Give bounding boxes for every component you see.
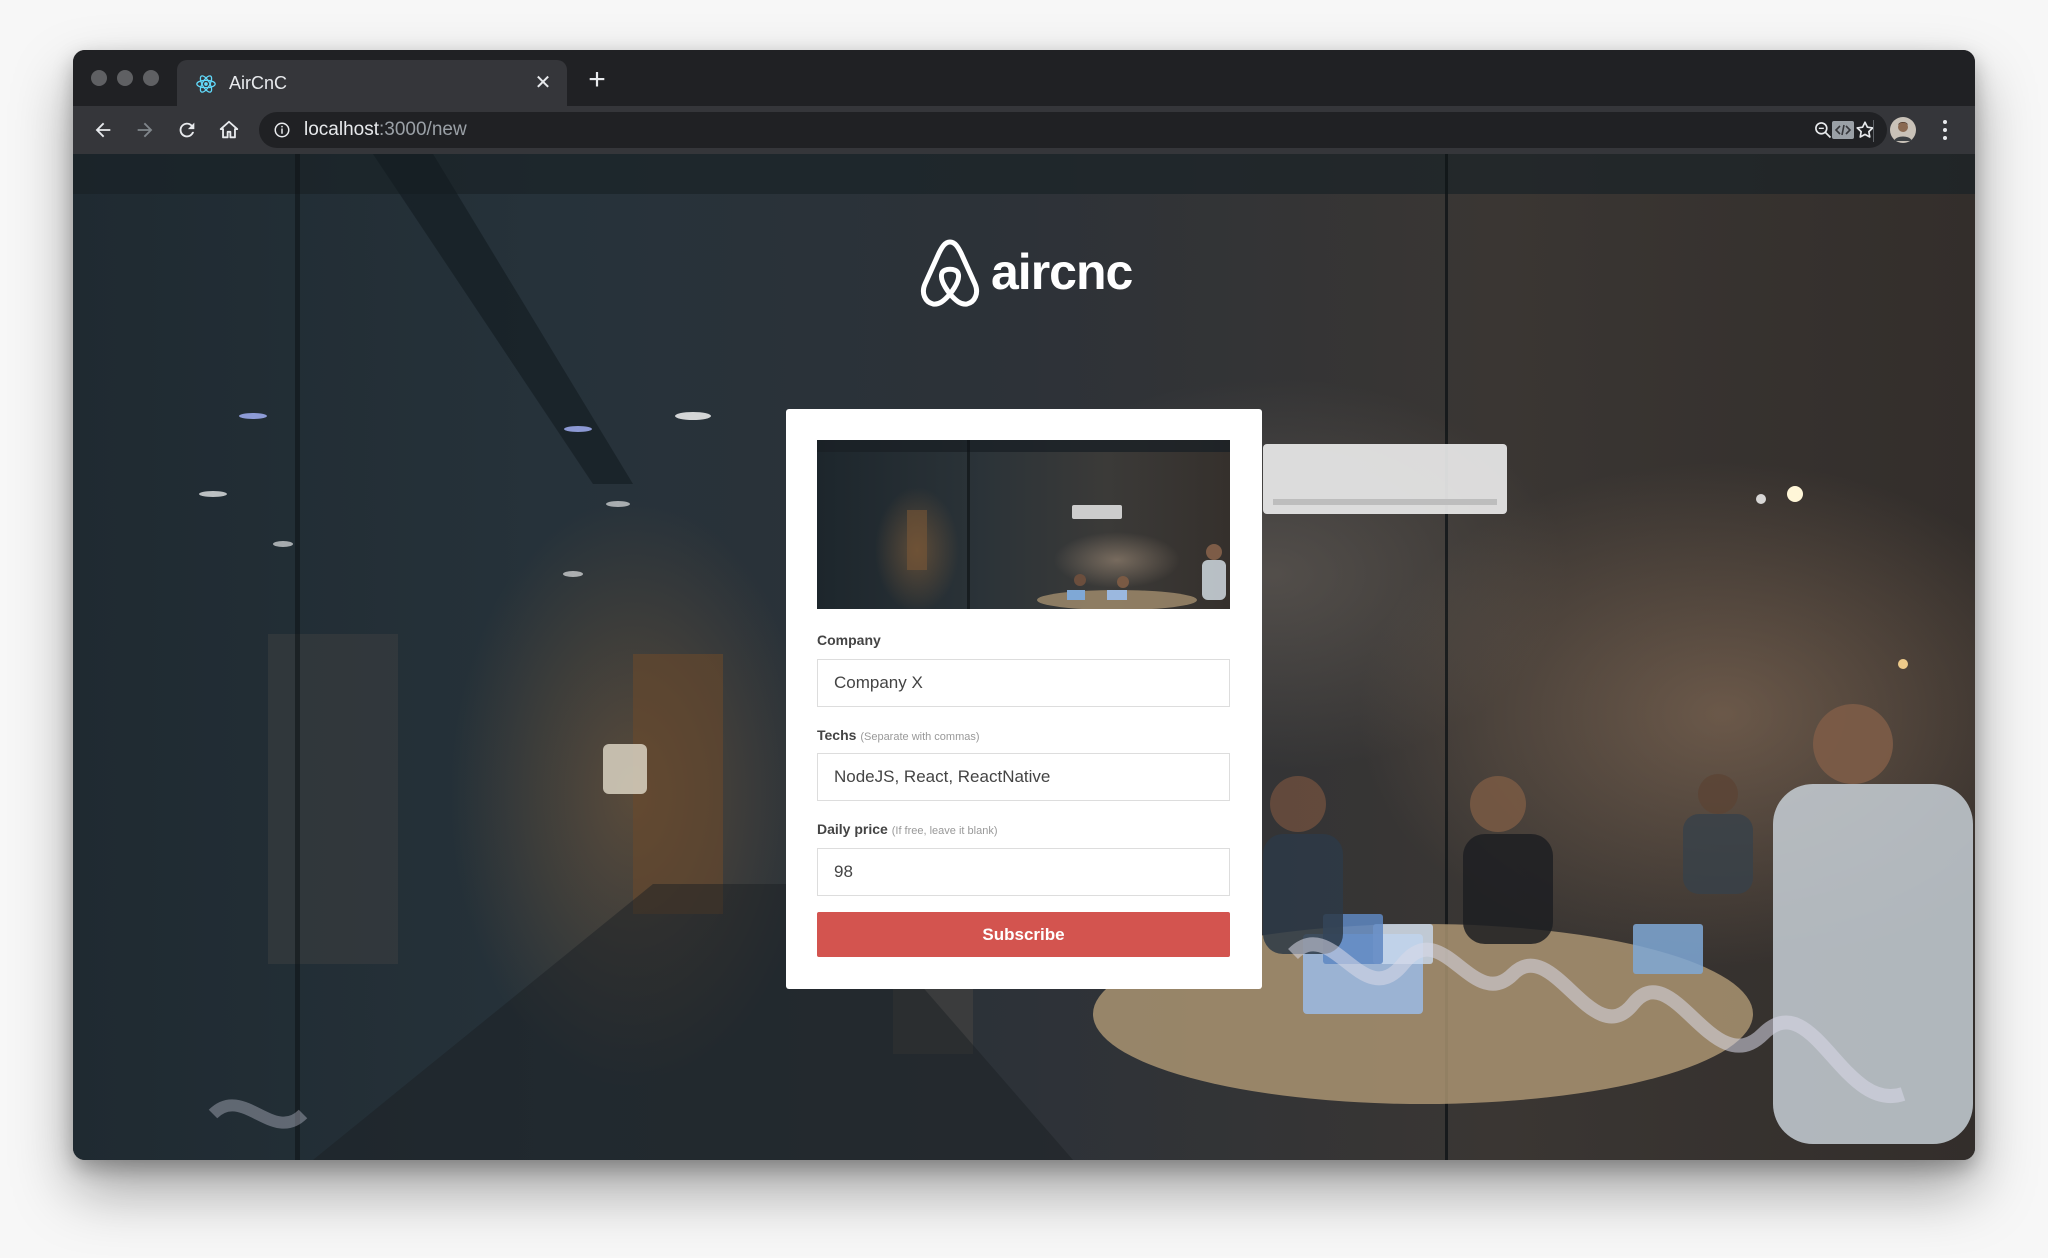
info-icon[interactable] <box>273 121 291 139</box>
techs-label: Techs (Separate with commas) <box>817 726 980 746</box>
thumbnail-image <box>817 440 1230 610</box>
close-window-button[interactable] <box>91 70 107 86</box>
brand-logo: aircnc <box>919 238 1139 312</box>
maximize-window-button[interactable] <box>143 70 159 86</box>
subscribe-button[interactable]: Subscribe <box>817 912 1230 957</box>
home-icon <box>219 120 239 139</box>
browser-toolbar: localhost:3000/new <box>73 106 1975 155</box>
company-label: Company <box>817 632 881 648</box>
more-vertical-icon <box>1943 120 1947 140</box>
techs-label-text: Techs <box>817 727 857 743</box>
price-input[interactable] <box>817 848 1230 896</box>
new-tab-button[interactable]: + <box>581 64 613 96</box>
brand-name: aircnc <box>991 244 1133 300</box>
reload-icon <box>179 122 195 138</box>
techs-input[interactable] <box>817 753 1230 801</box>
profile-button[interactable] <box>1887 114 1919 146</box>
minimize-window-button[interactable] <box>117 70 133 86</box>
toolbar-divider <box>1873 120 1874 142</box>
address-bar[interactable]: localhost:3000/new <box>259 112 1887 148</box>
browser-window: AirCnC ✕ + localhost:3000/new aircnc Com… <box>73 50 1975 1160</box>
forward-button[interactable] <box>129 114 161 146</box>
code-icon <box>1832 121 1854 139</box>
arrow-left-icon <box>95 122 111 138</box>
url-host: localhost <box>304 119 379 140</box>
price-label: Daily price (If free, leave it blank) <box>817 820 998 840</box>
reload-button[interactable] <box>171 114 203 146</box>
page-viewport: aircnc Company Company X Techs (Separate… <box>73 154 1975 1160</box>
price-hint: (If free, leave it blank) <box>891 825 998 837</box>
price-label-text: Daily price <box>817 821 888 837</box>
techs-hint: (Separate with commas) <box>860 731 980 743</box>
new-spot-form: Company Techs (Separate with commas) Dai… <box>786 409 1262 989</box>
browser-menu-button[interactable] <box>1929 114 1961 146</box>
url-path: :3000/new <box>379 119 467 140</box>
screen: AirCnC ✕ + localhost:3000/new aircnc Com… <box>0 0 2048 1258</box>
react-icon <box>196 75 216 93</box>
extension-button[interactable] <box>1827 114 1859 146</box>
airbnb-logo-icon <box>920 239 980 307</box>
url-text: localhost:3000/new <box>304 120 467 140</box>
tab-close-icon[interactable]: ✕ <box>531 71 555 95</box>
browser-tab[interactable]: AirCnC ✕ <box>177 60 567 106</box>
tab-title: AirCnC <box>229 73 288 93</box>
arrow-right-icon <box>137 122 153 138</box>
thumbnail-upload[interactable] <box>817 440 1230 610</box>
avatar <box>1890 117 1916 143</box>
tab-strip: AirCnC ✕ + <box>73 50 1975 106</box>
company-input[interactable] <box>817 659 1230 707</box>
back-button[interactable] <box>87 114 119 146</box>
home-button[interactable] <box>213 114 245 146</box>
